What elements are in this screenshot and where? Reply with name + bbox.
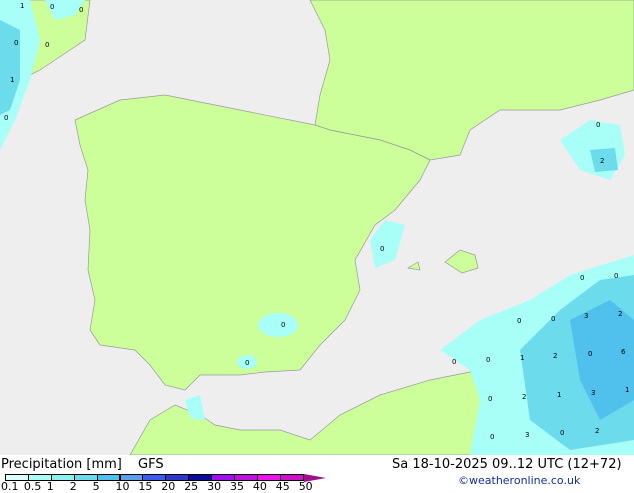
value-label: 3 [525, 431, 529, 439]
value-label: 0 [560, 429, 564, 437]
value-label: 0 [245, 359, 249, 367]
value-label: 1 [520, 354, 524, 362]
scale-label: 50 [298, 480, 313, 493]
value-label: 0 [14, 39, 18, 47]
scale-label: 0.1 [1, 480, 19, 493]
value-label: 2 [595, 427, 599, 435]
value-label: 0 [281, 321, 285, 329]
value-label: 2 [600, 157, 604, 165]
scale-label: 2 [69, 480, 77, 493]
value-label: 2 [522, 393, 526, 401]
value-label: 1 [10, 76, 14, 84]
value-label: 0 [490, 433, 494, 441]
scale-label: 25 [184, 480, 199, 493]
value-label: 0 [488, 395, 492, 403]
scale-label: 5 [92, 480, 100, 493]
model-name: GFS [138, 457, 164, 472]
value-label: 6 [621, 348, 626, 356]
value-label: 1 [625, 386, 629, 394]
value-label: 0 [79, 6, 83, 14]
scale-label: 30 [207, 480, 222, 493]
scale-label: 45 [275, 480, 290, 493]
forecast-datetime: Sa 18-10-2025 09..12 UTC (12+72) [392, 457, 622, 472]
value-label: 0 [517, 317, 521, 325]
value-label: 0 [580, 274, 584, 282]
value-label: 0 [596, 121, 600, 129]
scale-label: 20 [161, 480, 176, 493]
value-label: 0 [614, 272, 618, 280]
credit-link[interactable]: ©weatheronline.co.uk [458, 474, 580, 487]
scale-label: 40 [252, 480, 267, 493]
value-label: 0 [4, 114, 8, 122]
precipitation-map: 1 0 0 0 0 1 0 0 2 0 0 0 0 0 0 3 2 0 0 1 … [0, 0, 634, 455]
value-label: 1 [20, 2, 24, 10]
legend-title: Precipitation [mm] [1, 457, 122, 472]
scale-label: 10 [115, 480, 130, 493]
value-label: 0 [588, 350, 592, 358]
scale-label: 0.5 [23, 480, 42, 493]
value-label: 0 [380, 245, 384, 253]
value-label: 2 [618, 310, 622, 318]
scale-label: 1 [46, 480, 54, 493]
value-label: 3 [584, 312, 588, 320]
value-label: 0 [452, 358, 456, 366]
value-label: 0 [551, 315, 555, 323]
legend: Precipitation [mm] GFS Sa 18-10-2025 09.… [0, 455, 634, 493]
value-label: 0 [45, 41, 49, 49]
scale-label: 15 [138, 480, 153, 493]
value-label: 3 [591, 389, 595, 397]
value-label: 2 [553, 352, 557, 360]
value-label: 0 [486, 356, 490, 364]
value-label: 0 [50, 3, 54, 11]
scale-label: 35 [230, 480, 244, 493]
value-label: 1 [557, 391, 561, 399]
